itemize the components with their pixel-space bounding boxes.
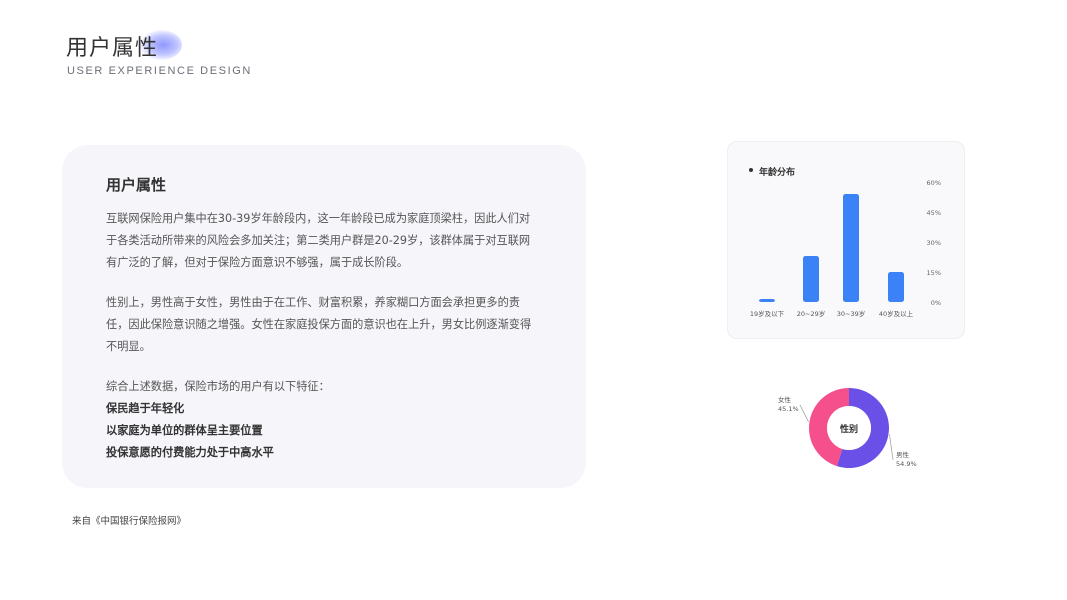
- age-chart-title: 年龄分布: [759, 168, 796, 178]
- paragraph-summary: 综合上述数据，保险市场的用户有以下特征：: [106, 380, 330, 393]
- page-title: 用户属性: [66, 36, 159, 61]
- card-heading: 用户属性: [106, 176, 167, 194]
- pie-slice: [809, 388, 849, 467]
- pie-label-name: 女性: [778, 395, 792, 404]
- donut-hole: [827, 406, 871, 450]
- pie-label-name: 男性: [896, 450, 910, 459]
- bullet-icon: [749, 168, 753, 172]
- feature-item: 投保意愿的付费能力处于中高水平: [106, 446, 274, 459]
- donut-center-label: 性别: [840, 423, 858, 435]
- pie-label-value: 54.9%: [896, 460, 917, 468]
- page-subtitle: USER EXPERIENCE DESIGN: [67, 65, 252, 77]
- leader-line: [799, 404, 809, 422]
- pie-label-value: 45.1%: [778, 405, 799, 413]
- paragraph-gender: 性别上，男性高于女性，男性由于在工作、财富积累，养家糊口方面会承担更多的责任，因…: [106, 296, 532, 353]
- source-note: 来自《中国银行保险报网》: [72, 516, 187, 527]
- feature-item: 以家庭为单位的群体呈主要位置: [106, 424, 263, 437]
- paragraph-age: 互联网保险用户集中在30-39岁年龄段内，这一年龄段已成为家庭顶梁柱，因此人们对…: [106, 212, 531, 269]
- leader-line: [889, 434, 894, 461]
- feature-item: 保民趋于年轻化: [106, 402, 185, 415]
- feature-list: 保民趋于年轻化 以家庭为单位的群体呈主要位置 投保意愿的付费能力处于中高水平: [106, 398, 274, 464]
- pie-slice: [836, 388, 889, 468]
